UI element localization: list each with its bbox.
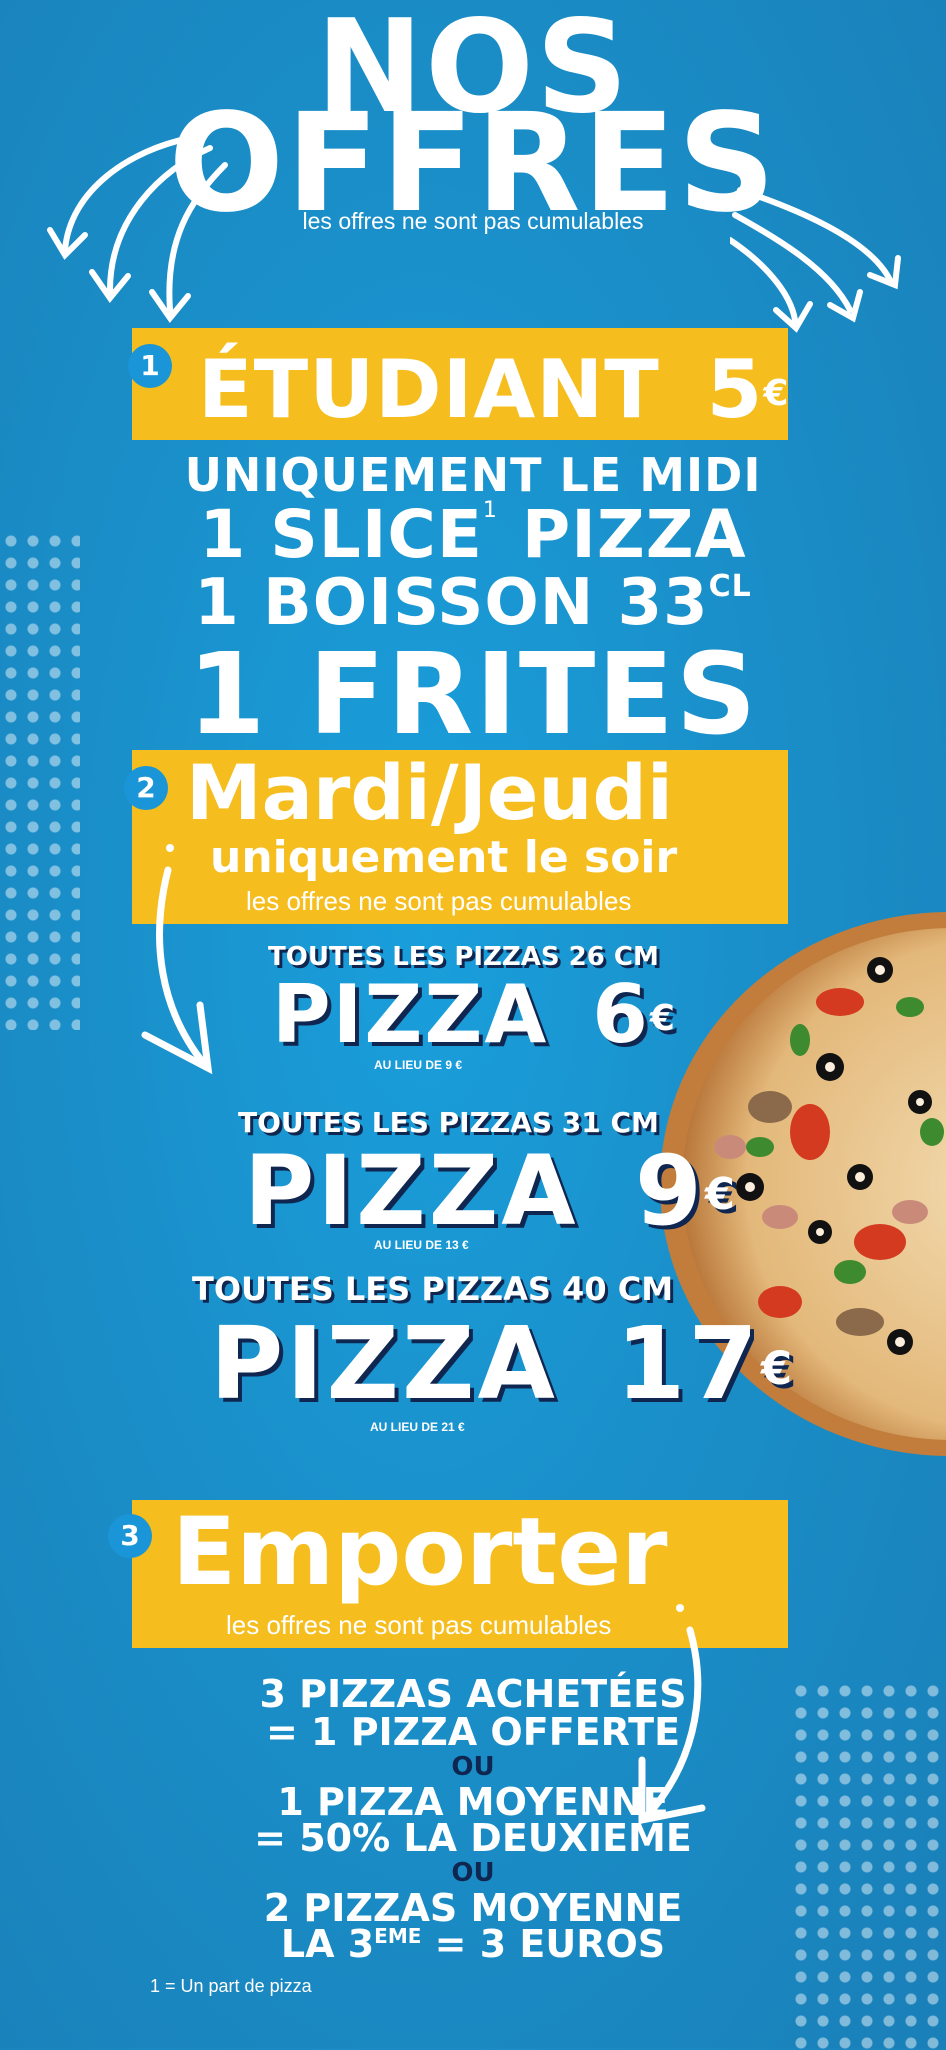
- offer2-item3-size: TOUTES LES PIZZAS 40 CM: [192, 1270, 674, 1308]
- offer2-item1-label: PIZZA: [272, 968, 549, 1061]
- offer1-title: ÉTUDIANT 5€: [198, 340, 789, 440]
- curved-arrow-icon: [47, 135, 228, 323]
- offer2-item3-price-line: PIZZA 17€: [210, 1306, 795, 1422]
- offer2-item3-currency: €: [760, 1341, 796, 1395]
- offer3-title: Emporter: [172, 1498, 668, 1607]
- curved-arrow-icon: [730, 187, 901, 333]
- offer1-pizza: PIZZA: [521, 496, 747, 573]
- offer2-note: les offres ne sont pas cumulables: [246, 886, 632, 916]
- offer2-title: Mardi/Jeudi: [186, 748, 673, 837]
- offer2-item1-price: 6: [592, 968, 650, 1061]
- offer2-item3-price: 17: [615, 1305, 761, 1422]
- offer2-item3-was: AU LIEU DE 21 €: [370, 1420, 465, 1434]
- offer1-cl: CL: [708, 569, 752, 604]
- offer1-boisson: 1 BOISSON 33: [194, 566, 709, 640]
- offer2-item3-label: PIZZA: [210, 1305, 558, 1422]
- offer1-number-badge: 1: [128, 344, 172, 388]
- offer3-deal3-line2: LA 3EME = 3 EUROS: [0, 1922, 946, 1966]
- offer1-line3: 1 BOISSON 33CL: [0, 566, 946, 640]
- offer3-deal3-line2a: LA 3: [280, 1922, 375, 1966]
- offer3-note: les offres ne sont pas cumulables: [226, 1610, 612, 1640]
- offer2-item1-price-line: PIZZA 6€: [272, 970, 677, 1060]
- offer1-footnote-mark: 1: [482, 498, 498, 524]
- offer1-price: 5: [706, 343, 764, 436]
- offer1-line1: UNIQUEMENT LE MIDI: [184, 448, 762, 502]
- offer1-currency: €: [763, 372, 790, 414]
- offer2-item2-label: PIZZA: [244, 1135, 579, 1247]
- offer1-slice: 1 SLICE: [199, 496, 483, 573]
- curved-arrow-icon: [141, 844, 213, 1075]
- footnote: 1 = Un part de pizza: [150, 1976, 312, 1996]
- offer3-number-badge: 3: [108, 1514, 152, 1558]
- offer2-item2-price: 9: [635, 1135, 705, 1247]
- offer2-subtitle: uniquement le soir: [210, 832, 678, 883]
- offer1-line2: 1 SLICE1 PIZZA: [0, 496, 946, 573]
- offer3-deal1-line2: = 1 PIZZA OFFERTE: [265, 1710, 681, 1754]
- offer2-item2-was: AU LIEU DE 13 €: [374, 1238, 469, 1252]
- offer3-or2: OU: [451, 1858, 495, 1888]
- offer3-or1: OU: [451, 1752, 495, 1782]
- offer2-item2-price-line: PIZZA 9€: [244, 1136, 738, 1246]
- offer1-line4: 1 FRITES: [187, 630, 759, 760]
- offer3-deal3-line2b: = 3 EUROS: [421, 1922, 666, 1966]
- offer2-number-badge: 2: [124, 766, 168, 810]
- offer2-item2-currency: €: [704, 1170, 738, 1221]
- offer2-item1-currency: €: [649, 997, 677, 1039]
- offer1-title-text: ÉTUDIANT: [198, 343, 660, 436]
- offer2-item1-was: AU LIEU DE 9 €: [374, 1058, 463, 1072]
- offer3-deal2-line2: = 50% LA DEUXIEME: [254, 1816, 692, 1860]
- offer3-deal3-sup: EME: [374, 1924, 422, 1948]
